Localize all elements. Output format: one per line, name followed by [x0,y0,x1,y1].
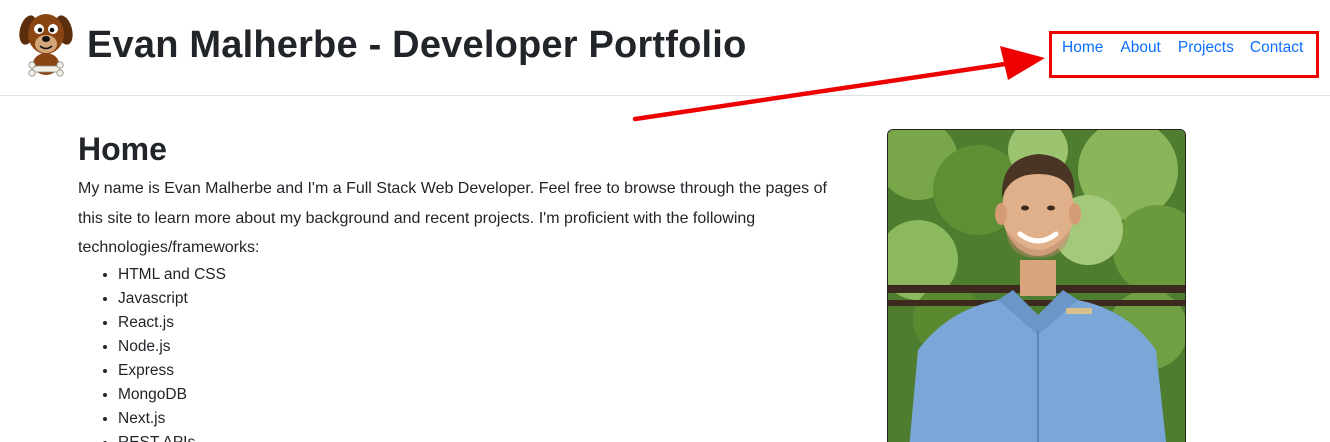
cartoon-dog-icon[interactable] [18,4,74,80]
technology-list: HTML and CSS Javascript React.js Node.js… [78,263,838,442]
nav-link-home[interactable]: Home [1062,38,1103,58]
nav-link-contact[interactable]: Contact [1250,38,1303,58]
intro-paragraph: My name is Evan Malherbe and I'm a Full … [78,180,827,256]
list-item: React.js [118,311,838,335]
list-item: Next.js [118,407,838,431]
profile-photo [887,129,1186,442]
nav-link-projects[interactable]: Projects [1178,38,1234,58]
list-item: REST APIs [118,431,838,442]
nav-link-about[interactable]: About [1120,38,1161,58]
list-item: MongoDB [118,383,838,407]
page-heading: Home [78,131,167,167]
list-item: Express [118,359,838,383]
list-item: Node.js [118,335,838,359]
site-header: Evan Malherbe - Developer Portfolio Home… [0,0,1330,96]
main-content: Home My name is Evan Malherbe and I'm a … [78,128,838,442]
list-item: Javascript [118,287,838,311]
page: Evan Malherbe - Developer Portfolio Home… [0,0,1330,442]
list-item: HTML and CSS [118,263,838,287]
site-title: Evan Malherbe - Developer Portfolio [87,24,747,66]
main-nav: Home About Projects Contact [1062,38,1303,58]
